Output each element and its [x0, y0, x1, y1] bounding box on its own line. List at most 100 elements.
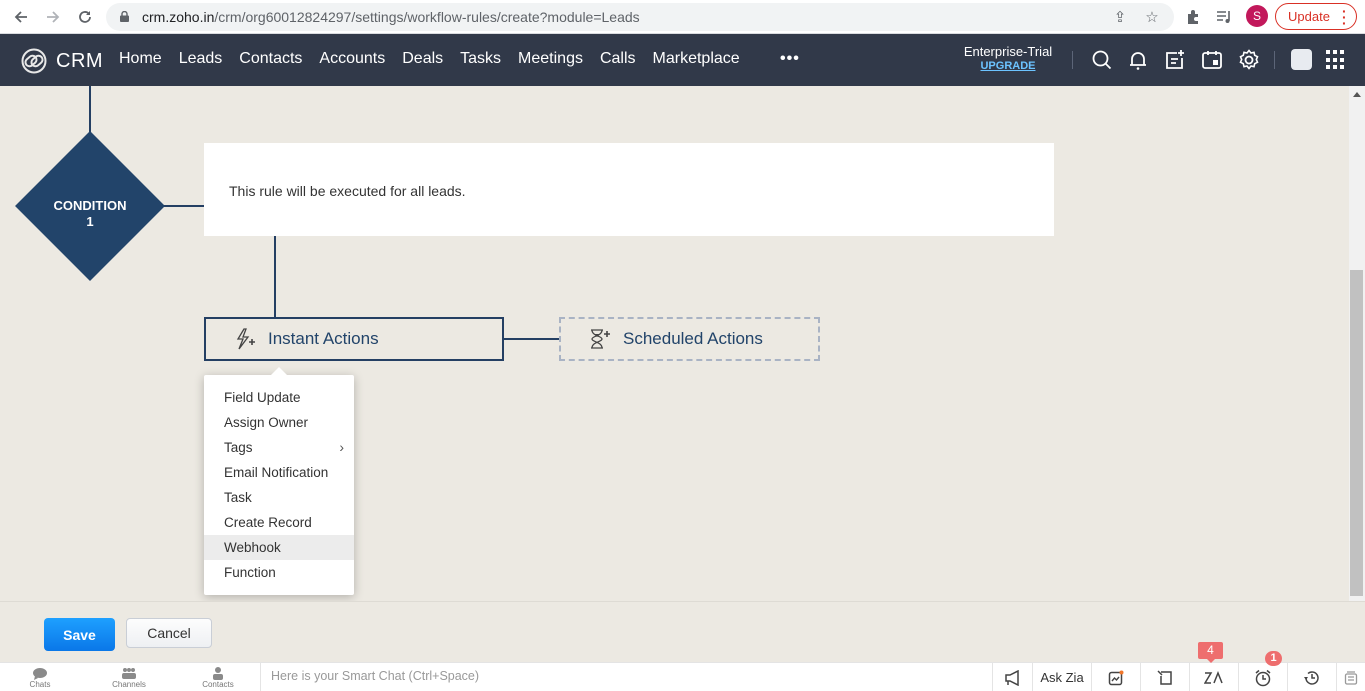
menu-item-function[interactable]: Function [204, 560, 354, 585]
calendar-icon[interactable] [1200, 48, 1224, 72]
notes-button[interactable] [1140, 663, 1189, 691]
chevron-right-icon: › [339, 439, 344, 455]
kebab-menu-icon: · · · [1342, 3, 1347, 31]
announcements-button[interactable] [992, 663, 1032, 691]
condition-number: 1 [86, 214, 94, 229]
condition-title: CONDITION [53, 198, 127, 213]
menu-item-label: Assign Owner [224, 415, 309, 430]
more-modules-button[interactable]: ••• [780, 50, 800, 68]
ask-zia-button[interactable]: Ask Zia [1032, 663, 1091, 691]
menu-item-label: Email Notification [224, 465, 329, 480]
menu-item-email-notification[interactable]: Email Notification [204, 460, 354, 485]
cancel-button[interactable]: Cancel [126, 618, 212, 648]
vertical-scrollbar[interactable] [1349, 86, 1365, 601]
zia-button[interactable] [1189, 663, 1238, 691]
arrow-right-icon [47, 11, 60, 23]
upgrade-link[interactable]: UPGRADE [958, 60, 1058, 72]
menu-item-field-update[interactable]: Field Update [204, 385, 354, 410]
channels-button[interactable]: Channels [99, 667, 159, 689]
browser-toolbar: crm.zoho.in/crm/org60012824297/settings/… [0, 0, 1365, 34]
channels-label: Channels [112, 680, 146, 689]
bell-icon[interactable] [1126, 48, 1150, 72]
chats-label: Chats [29, 680, 51, 689]
zia-icon [1204, 670, 1223, 684]
profile-avatar[interactable]: S [1246, 5, 1268, 27]
crm-logo[interactable]: CRM [18, 48, 103, 74]
smart-chat-input[interactable]: Here is your Smart Chat (Ctrl+Space) [260, 663, 990, 691]
menu-item-label: Field Update [224, 390, 301, 405]
instant-actions-button[interactable]: Instant Actions [204, 317, 504, 361]
history-icon [1304, 670, 1319, 685]
save-button[interactable]: Save [44, 618, 115, 651]
address-bar[interactable]: crm.zoho.in/crm/org60012824297/settings/… [106, 3, 1174, 31]
menu-item-label: Function [224, 565, 276, 580]
megaphone-icon [1004, 669, 1019, 686]
form-footer: Save Cancel [0, 601, 1365, 662]
url-path: /crm/org60012824297/settings/workflow-ru… [214, 9, 640, 25]
zoho-crm-logo-icon [21, 48, 47, 74]
media-playlist-icon[interactable] [1212, 5, 1236, 29]
sticky-note-icon [1157, 669, 1172, 685]
nav-contacts[interactable]: Contacts [239, 50, 302, 68]
reminder-count-badge: 1 [1265, 651, 1282, 666]
analytics-button[interactable] [1091, 663, 1140, 691]
menu-item-create-record[interactable]: Create Record [204, 510, 354, 535]
add-note-icon[interactable] [1163, 48, 1187, 72]
arrow-left-icon [14, 11, 27, 23]
search-icon[interactable] [1090, 48, 1114, 72]
reload-icon [79, 11, 91, 23]
nav-home[interactable]: Home [119, 50, 162, 68]
nav-marketplace[interactable]: Marketplace [653, 50, 740, 68]
divider [1072, 51, 1073, 69]
rule-criteria-box[interactable]: This rule will be executed for all leads… [204, 143, 1054, 236]
condition-label: CONDITION 1 [27, 198, 153, 230]
contacts-button[interactable]: Contacts [188, 667, 248, 689]
crm-header: CRM Home Leads Contacts Accounts Deals T… [0, 34, 1365, 86]
menu-item-tags[interactable]: Tags › [204, 435, 354, 460]
extensions-icon[interactable] [1181, 5, 1205, 29]
menu-item-assign-owner[interactable]: Assign Owner [204, 410, 354, 435]
bookmark-star-icon[interactable]: ☆ [1142, 7, 1162, 27]
bottom-bar: Chats Channels Contacts Here is your Sma… [0, 662, 1365, 691]
group-icon [122, 668, 136, 679]
logo-text: CRM [56, 49, 104, 72]
hourglass-plus-icon [591, 329, 610, 349]
edition-info: Enterprise-Trial UPGRADE [958, 44, 1058, 72]
chart-notification-icon [1108, 670, 1124, 685]
url-text: crm.zoho.in/crm/org60012824297/settings/… [142, 9, 640, 25]
menu-item-label: Tags [224, 440, 253, 455]
instant-actions-label: Instant Actions [268, 329, 379, 348]
nav-accounts[interactable]: Accounts [319, 50, 385, 68]
lock-icon [120, 11, 129, 22]
nav-deals[interactable]: Deals [402, 50, 443, 68]
nav-leads[interactable]: Leads [179, 50, 223, 68]
menu-item-label: Create Record [224, 515, 312, 530]
reload-button[interactable] [72, 4, 98, 30]
scrollbar-thumb[interactable] [1350, 270, 1363, 596]
back-button[interactable] [8, 4, 34, 30]
menu-item-webhook[interactable]: Webhook [204, 535, 354, 560]
stack-icon [1344, 670, 1358, 685]
update-label: Update [1288, 9, 1330, 24]
update-button[interactable]: Update · · · [1275, 3, 1357, 30]
gear-icon[interactable] [1237, 48, 1261, 72]
recent-items-button[interactable] [1287, 663, 1336, 691]
url-host: crm.zoho.in [142, 9, 215, 25]
nav-calls[interactable]: Calls [600, 50, 636, 68]
rule-criteria-text: This rule will be executed for all leads… [229, 183, 466, 199]
nav-tasks[interactable]: Tasks [460, 50, 501, 68]
scheduled-actions-button[interactable]: Scheduled Actions [559, 317, 820, 361]
nav-meetings[interactable]: Meetings [518, 50, 583, 68]
widgets-button[interactable] [1336, 663, 1365, 691]
user-avatar[interactable] [1291, 49, 1312, 70]
apps-grid-icon[interactable] [1326, 50, 1346, 70]
forward-button[interactable] [40, 4, 66, 30]
menu-item-label: Task [224, 490, 252, 505]
reminders-button[interactable] [1238, 663, 1287, 691]
chats-button[interactable]: Chats [10, 667, 70, 689]
share-icon[interactable]: ⇪ [1110, 7, 1130, 27]
menu-item-task[interactable]: Task [204, 485, 354, 510]
workflow-canvas: CONDITION 1 This rule will be executed f… [0, 86, 1349, 601]
scroll-up-arrow-icon[interactable] [1353, 92, 1361, 97]
chat-bubble-icon [33, 668, 47, 680]
